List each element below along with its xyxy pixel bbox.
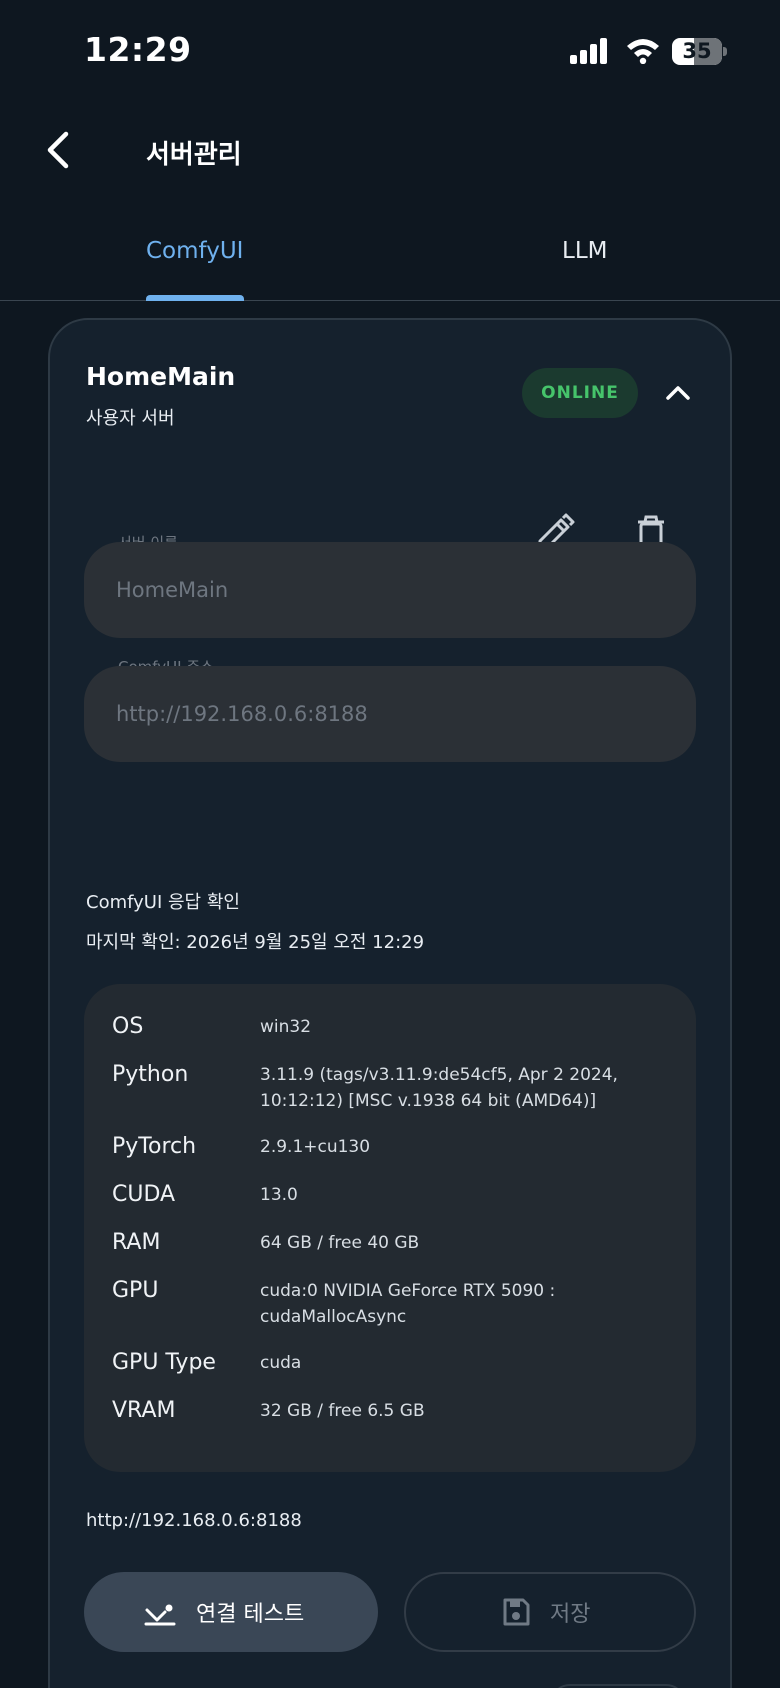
info-key: OS — [112, 1014, 144, 1039]
wifi-icon — [627, 39, 659, 64]
info-key: CUDA — [112, 1182, 176, 1207]
tab-comfyui[interactable]: ComfyUI — [146, 238, 243, 264]
info-value: 64 GB / free 40 GB — [260, 1233, 420, 1253]
battery-icon: 35 — [672, 38, 727, 65]
signal-icon — [570, 38, 610, 64]
server-card: HomeMain 사용자 서버 ONLINE 서버 이름 HomeMain Co… — [48, 318, 732, 1688]
save-button[interactable]: 저장 — [404, 1572, 696, 1652]
system-info-panel: OS win32 Python 3.11.9 (tags/v3.11.9:de5… — [84, 984, 696, 1472]
server-management-screen: 12:29 35 서버관리 ComfyUI LLM HomeMain 사용자 서… — [0, 0, 780, 1688]
comfyui-url-field[interactable]: http://192.168.0.6:8188 — [84, 666, 696, 762]
info-key: PyTorch — [112, 1134, 197, 1159]
last-checked-time: 마지막 확인: 2026년 9월 25일 오전 12:29 — [86, 932, 425, 953]
info-key: Python — [112, 1062, 189, 1087]
check-title: ComfyUI 응답 확인 — [86, 892, 240, 913]
connection-test-icon — [144, 1604, 176, 1626]
app-header: 서버관리 — [0, 100, 780, 200]
info-value: cuda:0 NVIDIA GeForce RTX 5090 : cudaMal… — [260, 1281, 556, 1327]
info-value: 3.11.9 (tags/v3.11.9:de54cf5, Apr 2 2024… — [260, 1065, 618, 1111]
tab-bar: ComfyUI LLM — [0, 200, 780, 301]
back-chevron-icon[interactable] — [36, 126, 84, 174]
connection-test-button[interactable]: 연결 테스트 — [84, 1572, 378, 1652]
server-name-field[interactable]: HomeMain — [84, 542, 696, 638]
status-time: 12:29 — [84, 30, 192, 69]
battery-level: 35 — [682, 39, 712, 63]
active-tab-indicator — [146, 295, 244, 301]
server-subtitle: 사용자 서버 — [86, 408, 175, 429]
chevron-up-icon[interactable] — [658, 372, 698, 412]
server-name: HomeMain — [86, 362, 236, 391]
info-value: 2.9.1+cu130 — [260, 1137, 371, 1157]
info-key: VRAM — [112, 1398, 176, 1423]
connection-test-label: 연결 테스트 — [196, 1602, 305, 1627]
server-url-text: http://192.168.0.6:8188 — [86, 1510, 302, 1531]
status-badge: ONLINE — [522, 368, 638, 418]
info-value: 13.0 — [260, 1185, 298, 1205]
tab-llm[interactable]: LLM — [562, 238, 607, 264]
info-key: RAM — [112, 1230, 161, 1255]
info-value: cuda — [260, 1353, 302, 1373]
status-bar: 12:29 35 — [0, 0, 780, 100]
info-key: GPU — [112, 1278, 159, 1303]
floppy-disk-icon — [503, 1598, 530, 1626]
partial-chip — [550, 1684, 686, 1688]
page-title: 서버관리 — [146, 140, 242, 170]
info-value: win32 — [260, 1017, 312, 1037]
info-value: 32 GB / free 6.5 GB — [260, 1401, 425, 1421]
save-label: 저장 — [550, 1602, 591, 1627]
info-key: GPU Type — [112, 1350, 216, 1375]
